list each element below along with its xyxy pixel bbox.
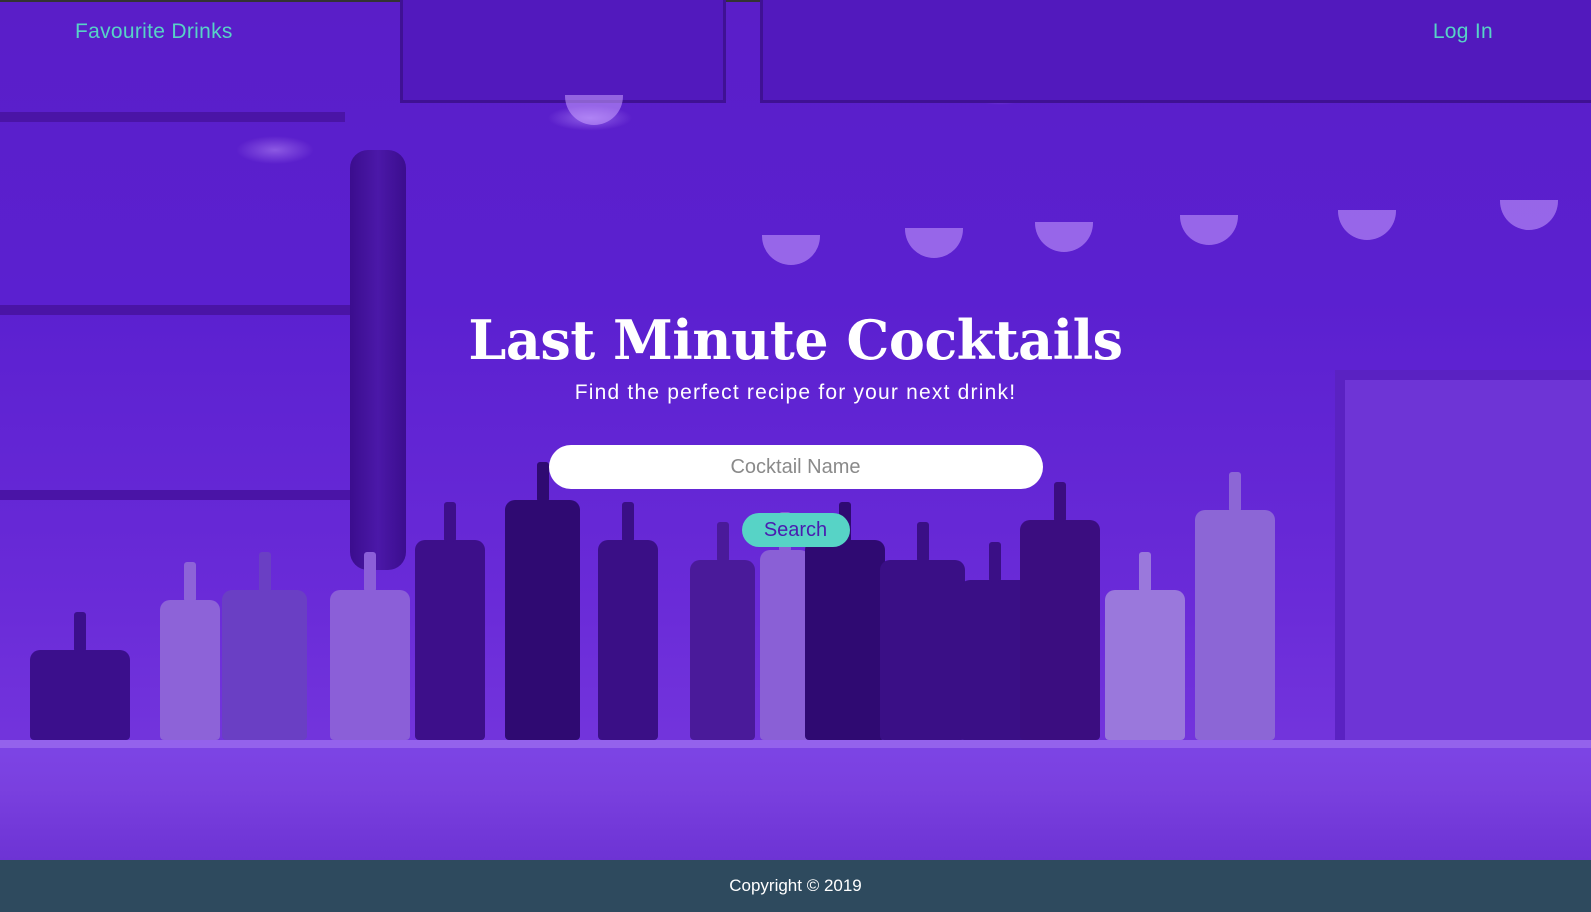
search-button[interactable]: Search [741,513,850,547]
nav-favourite-drinks-link[interactable]: Favourite Drinks [75,20,233,44]
bottle-decoration [805,540,885,740]
bottle-decoration [222,590,307,740]
bottle-decoration [880,560,965,740]
bar-counter-edge [0,740,1591,748]
cocktail-search-input[interactable] [548,445,1043,489]
cabinet-door [760,0,1591,103]
copyright-text: Copyright © 2019 [729,876,862,895]
lamp-decoration [905,228,963,258]
nav-login-link[interactable]: Log In [1433,20,1493,44]
shelf [0,112,345,122]
lamp-decoration [1180,215,1238,245]
bar-counter [0,740,1591,860]
lamp-decoration [1500,200,1558,230]
page: Favourite Drinks Log In Last Minute Cock… [0,0,1591,912]
bottle-decoration [415,540,485,740]
bottle-decoration [598,540,658,740]
bottle-decoration [160,600,220,740]
lamp-decoration [1338,210,1396,240]
bottle-decoration [760,550,810,740]
cabinet-door [400,0,726,103]
hero-background-image: Favourite Drinks Log In Last Minute Cock… [0,0,1591,860]
bottle-decoration [1105,590,1185,740]
lamp-decoration [1035,222,1093,252]
footer: Copyright © 2019 [0,860,1591,912]
bottle-decoration [1020,520,1100,740]
bottle-decoration [330,590,410,740]
bottle-decoration [690,560,755,740]
lamp-decoration [565,95,623,125]
page-title: Last Minute Cocktails [468,308,1123,372]
page-subtitle: Find the perfect recipe for your next dr… [574,381,1017,404]
hero-content: Last Minute Cocktails Find the perfect r… [0,305,1591,547]
bottle-decoration [30,650,130,740]
lamp-decoration [762,235,820,265]
